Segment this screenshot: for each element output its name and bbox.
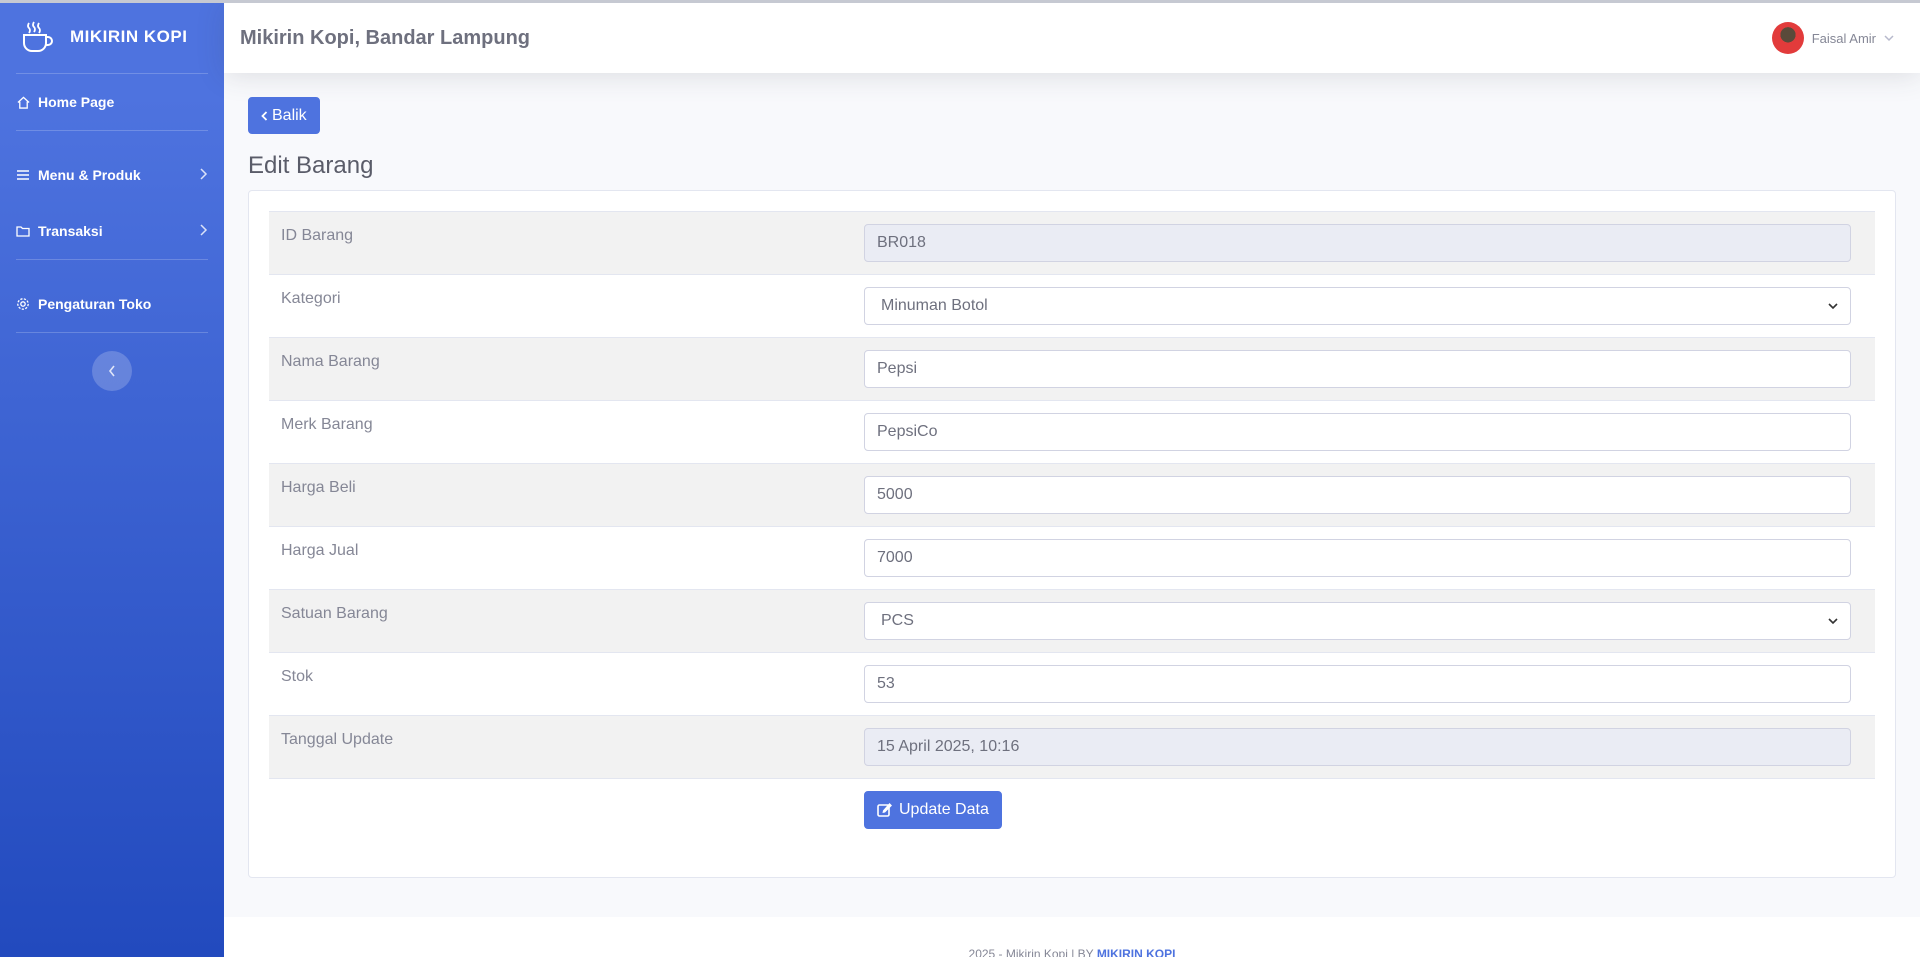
home-icon <box>16 95 30 109</box>
table-row: ID Barang BR018 <box>269 211 1875 275</box>
field-label: Nama Barang <box>269 337 864 401</box>
edit-form-table: ID Barang BR018 Kategori Minuman Botol N… <box>269 211 1875 842</box>
sidebar-item-label: Menu & Produk <box>38 167 141 183</box>
chevron-right-icon <box>200 167 208 183</box>
user-menu[interactable]: Faisal Amir <box>1771 22 1894 54</box>
table-row: Merk Barang PepsiCo <box>269 400 1875 464</box>
field-label: Tanggal Update <box>269 715 864 779</box>
field-label: Harga Beli <box>269 463 864 527</box>
sidebar-item-label: Transaksi <box>38 223 103 239</box>
sidebar-item-menu-produk[interactable]: Menu & Produk <box>0 147 224 203</box>
table-row: Harga Jual 7000 <box>269 526 1875 590</box>
store-title: Mikirin Kopi, Bandar Lampung <box>240 26 531 49</box>
update-data-button[interactable]: Update Data <box>864 791 1002 829</box>
kategori-selected-value: Minuman Botol <box>881 297 988 314</box>
table-row: Stok 53 <box>269 652 1875 716</box>
sidebar-item-label: Pengaturan Toko <box>38 296 152 312</box>
id-barang-field: BR018 <box>864 224 1851 262</box>
satuan-selected-value: PCS <box>881 612 914 629</box>
field-label: Satuan Barang <box>269 589 864 653</box>
sidebar-item-transaksi[interactable]: Transaksi <box>0 203 224 259</box>
coffee-cup-icon <box>23 21 53 52</box>
field-label: Merk Barang <box>269 400 864 464</box>
bars-icon <box>16 168 30 182</box>
footer-link[interactable]: MIKIRIN KOPI <box>1097 947 1176 957</box>
chevron-down-icon <box>1828 618 1838 625</box>
field-label: ID Barang <box>269 211 864 275</box>
edit-icon <box>877 803 892 817</box>
footer: 2025 - Mikirin Kopi | BY MIKIRIN KOPI <box>224 917 1920 957</box>
sidebar-toggle-button[interactable] <box>92 351 132 391</box>
sidebar: MIKIRIN KOPI Home Page Menu & Produk Tra… <box>0 0 224 957</box>
field-label: Kategori <box>269 274 864 338</box>
main-content: Balik Edit Barang ID Barang BR018 Katego… <box>248 97 1896 878</box>
gear-icon <box>16 297 30 311</box>
brand-name: MIKIRIN KOPI <box>70 26 188 46</box>
back-label: Balik <box>272 106 307 124</box>
chevron-down-icon <box>1828 303 1838 310</box>
harga-jual-input[interactable]: 7000 <box>864 539 1851 577</box>
window-top-border <box>0 0 1920 3</box>
harga-beli-input[interactable]: 5000 <box>864 476 1851 514</box>
user-name: Faisal Amir <box>1811 30 1876 46</box>
table-row: Nama Barang Pepsi <box>269 337 1875 401</box>
update-label: Update Data <box>899 801 989 818</box>
chevron-left-icon <box>261 110 268 121</box>
table-row: Satuan Barang PCS <box>269 589 1875 653</box>
chevron-right-icon <box>200 223 208 239</box>
table-row: Kategori Minuman Botol <box>269 274 1875 338</box>
brand[interactable]: MIKIRIN KOPI <box>0 0 224 73</box>
folder-icon <box>16 224 30 238</box>
topbar: Mikirin Kopi, Bandar Lampung Faisal Amir <box>224 3 1920 73</box>
satuan-barang-select[interactable]: PCS <box>864 602 1851 640</box>
page-title: Edit Barang <box>248 152 374 179</box>
back-button[interactable]: Balik <box>248 97 320 134</box>
merk-barang-input[interactable]: PepsiCo <box>864 413 1851 451</box>
field-label: Stok <box>269 652 864 716</box>
kategori-select[interactable]: Minuman Botol <box>864 287 1851 325</box>
sidebar-item-pengaturan-toko[interactable]: Pengaturan Toko <box>0 276 224 332</box>
sidebar-item-label: Home Page <box>38 94 115 110</box>
field-label: Harga Jual <box>269 526 864 590</box>
tanggal-update-field: 15 April 2025, 10:16 <box>864 728 1851 766</box>
sidebar-divider <box>16 332 208 333</box>
sidebar-item-home[interactable]: Home Page <box>0 74 224 130</box>
chevron-left-icon <box>108 365 115 377</box>
footer-text: 2025 - Mikirin Kopi | BY <box>968 947 1094 957</box>
chevron-down-icon <box>1884 35 1894 42</box>
avatar <box>1771 22 1804 54</box>
edit-form-card: ID Barang BR018 Kategori Minuman Botol N… <box>248 190 1896 878</box>
nama-barang-input[interactable]: Pepsi <box>864 350 1851 388</box>
table-row: Harga Beli 5000 <box>269 463 1875 527</box>
table-row: Tanggal Update 15 April 2025, 10:16 <box>269 715 1875 779</box>
table-row: Update Data <box>269 778 1875 842</box>
stok-input[interactable]: 53 <box>864 665 1851 703</box>
